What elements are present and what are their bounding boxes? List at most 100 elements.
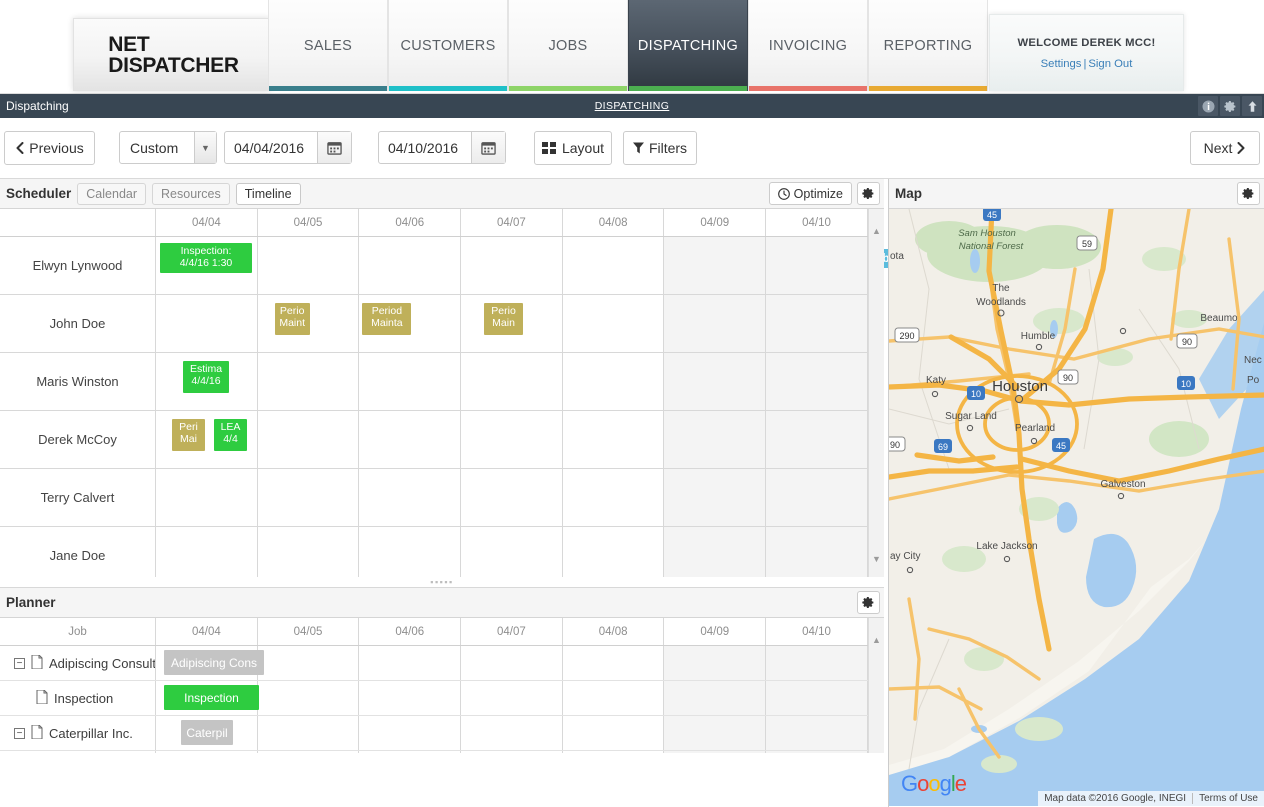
planner-cell[interactable] [359, 751, 461, 753]
scheduler-cell[interactable] [461, 469, 563, 526]
scheduler-resource-row[interactable]: Elwyn LynwoodInspection:4/4/16 1:30 [0, 237, 868, 295]
scheduler-cell[interactable] [359, 469, 461, 526]
date-from-field[interactable]: 04/04/2016 [224, 131, 352, 164]
planner-task-bar[interactable]: Caterpil [181, 720, 233, 745]
layout-button[interactable]: Layout [534, 131, 612, 165]
scheduler-tab-resources[interactable]: Resources [152, 183, 230, 205]
scheduler-event[interactable]: Inspection:4/4/16 1:30 [160, 243, 252, 273]
planner-cell[interactable] [766, 646, 868, 680]
scheduler-vertical-scrollbar[interactable]: ▲ ▼ [868, 209, 884, 577]
planner-cell[interactable]: Inspection [156, 681, 258, 715]
nav-tab-invoicing[interactable]: INVOICING [748, 0, 868, 91]
planner-row[interactable]: −Caterpillar Inc.Caterpil [0, 716, 868, 751]
planner-cell[interactable] [359, 681, 461, 715]
scheduler-tab-timeline[interactable]: Timeline [236, 183, 301, 205]
scheduler-cell[interactable] [664, 469, 766, 526]
scheduler-cell[interactable] [664, 295, 766, 352]
scheduler-event[interactable]: PeriMai [172, 419, 205, 451]
planner-cell[interactable] [563, 751, 665, 753]
optimize-button[interactable]: Optimize [769, 182, 852, 205]
scheduler-event[interactable]: PerioMain [484, 303, 523, 335]
map-settings-gear-icon[interactable] [1237, 182, 1260, 205]
scheduler-cell[interactable] [258, 527, 360, 577]
planner-cell[interactable]: Caterpil [156, 716, 258, 750]
planner-cell[interactable] [664, 646, 766, 680]
gear-icon[interactable] [1220, 96, 1240, 116]
scheduler-cell[interactable] [664, 353, 766, 410]
scheduler-cell[interactable] [461, 527, 563, 577]
scheduler-cell[interactable] [563, 237, 665, 294]
planner-cell[interactable] [664, 681, 766, 715]
scheduler-cell[interactable] [156, 295, 258, 352]
scheduler-cell[interactable] [461, 237, 563, 294]
scheduler-cell[interactable]: PerioMaint [258, 295, 360, 352]
upload-icon[interactable] [1242, 96, 1262, 116]
scheduler-cell[interactable] [156, 527, 258, 577]
planner-cell[interactable] [766, 681, 868, 715]
scheduler-cell[interactable] [766, 469, 868, 526]
scheduler-event[interactable]: LEA4/4 [214, 419, 247, 451]
planner-cell[interactable]: Adipiscing Cons [156, 646, 258, 680]
planner-row[interactable]: InspectionInspection [0, 681, 868, 716]
next-button[interactable]: Next [1190, 131, 1260, 165]
planner-row[interactable]: −Adipiscing ConsultAdipiscing Cons [0, 646, 868, 681]
scheduler-cell[interactable] [766, 527, 868, 577]
planner-settings-gear-icon[interactable] [857, 591, 880, 614]
planner-row-expander[interactable]: − [14, 728, 25, 739]
strip-breadcrumb[interactable]: DISPATCHING [0, 100, 1264, 112]
planner-cell[interactable] [461, 716, 563, 750]
scheduler-cell[interactable] [359, 353, 461, 410]
date-to-field[interactable]: 04/10/2016 [378, 131, 506, 164]
scheduler-event[interactable]: PeriodMainta [362, 303, 411, 335]
scheduler-cell[interactable] [359, 527, 461, 577]
scheduler-cell[interactable] [258, 411, 360, 468]
scheduler-resource-row[interactable]: John DoePerioMaintPeriodMaintaPerioMain [0, 295, 868, 353]
scheduler-cell[interactable] [664, 237, 766, 294]
planner-cell[interactable] [359, 646, 461, 680]
scheduler-cell[interactable] [766, 353, 868, 410]
planner-scroll-up-icon[interactable]: ▲ [869, 632, 884, 648]
scheduler-cell[interactable] [156, 469, 258, 526]
scheduler-cell[interactable] [359, 411, 461, 468]
scheduler-cell[interactable]: Inspection:4/4/16 1:30 [156, 237, 258, 294]
nav-tab-sales[interactable]: SALES [268, 0, 388, 91]
panel-splitter[interactable]: ▪▪▪▪▪ [0, 577, 884, 588]
map-terms-link[interactable]: Terms of Use [1193, 793, 1264, 804]
scheduler-cell[interactable] [766, 411, 868, 468]
scheduler-cell[interactable] [563, 295, 665, 352]
nav-tab-reporting[interactable]: REPORTING [868, 0, 988, 91]
planner-cell[interactable] [664, 716, 766, 750]
scheduler-cell[interactable] [461, 411, 563, 468]
nav-tab-customers[interactable]: CUSTOMERS [388, 0, 508, 91]
signout-link[interactable]: Sign Out [1088, 58, 1132, 70]
planner-cell[interactable]: Estimat [156, 751, 258, 753]
planner-cell[interactable] [563, 716, 665, 750]
scheduler-cell[interactable]: PeriodMainta [359, 295, 461, 352]
planner-row[interactable]: EstimateEstimat [0, 751, 868, 753]
range-mode-select[interactable]: Custom ▼ [119, 131, 217, 164]
scheduler-cell[interactable] [563, 411, 665, 468]
planner-cell[interactable] [563, 681, 665, 715]
planner-row-expander[interactable]: − [14, 658, 25, 669]
info-icon[interactable] [1198, 96, 1218, 116]
scheduler-cell[interactable] [664, 527, 766, 577]
scheduler-resource-row[interactable]: Derek McCoyPeriMaiLEA4/4 [0, 411, 868, 469]
scheduler-cell[interactable]: Estima4/4/16 [156, 353, 258, 410]
planner-cell[interactable] [664, 751, 766, 753]
scheduler-settings-gear-icon[interactable] [857, 182, 880, 205]
planner-cell[interactable] [258, 716, 360, 750]
scheduler-cell[interactable]: PerioMain [461, 295, 563, 352]
planner-cell[interactable] [359, 716, 461, 750]
planner-cell[interactable] [461, 751, 563, 753]
planner-cell[interactable] [258, 751, 360, 753]
scheduler-event[interactable]: Estima4/4/16 [183, 361, 229, 393]
brand-logo[interactable]: NET DISPATCHER [73, 18, 270, 91]
planner-cell[interactable] [563, 646, 665, 680]
planner-cell[interactable] [258, 646, 360, 680]
scheduler-cell[interactable] [563, 469, 665, 526]
scheduler-cell[interactable] [766, 295, 868, 352]
planner-cell[interactable] [461, 681, 563, 715]
scheduler-resource-row[interactable]: Jane Doe [0, 527, 868, 577]
planner-cell[interactable] [461, 646, 563, 680]
planner-cell[interactable] [766, 751, 868, 753]
